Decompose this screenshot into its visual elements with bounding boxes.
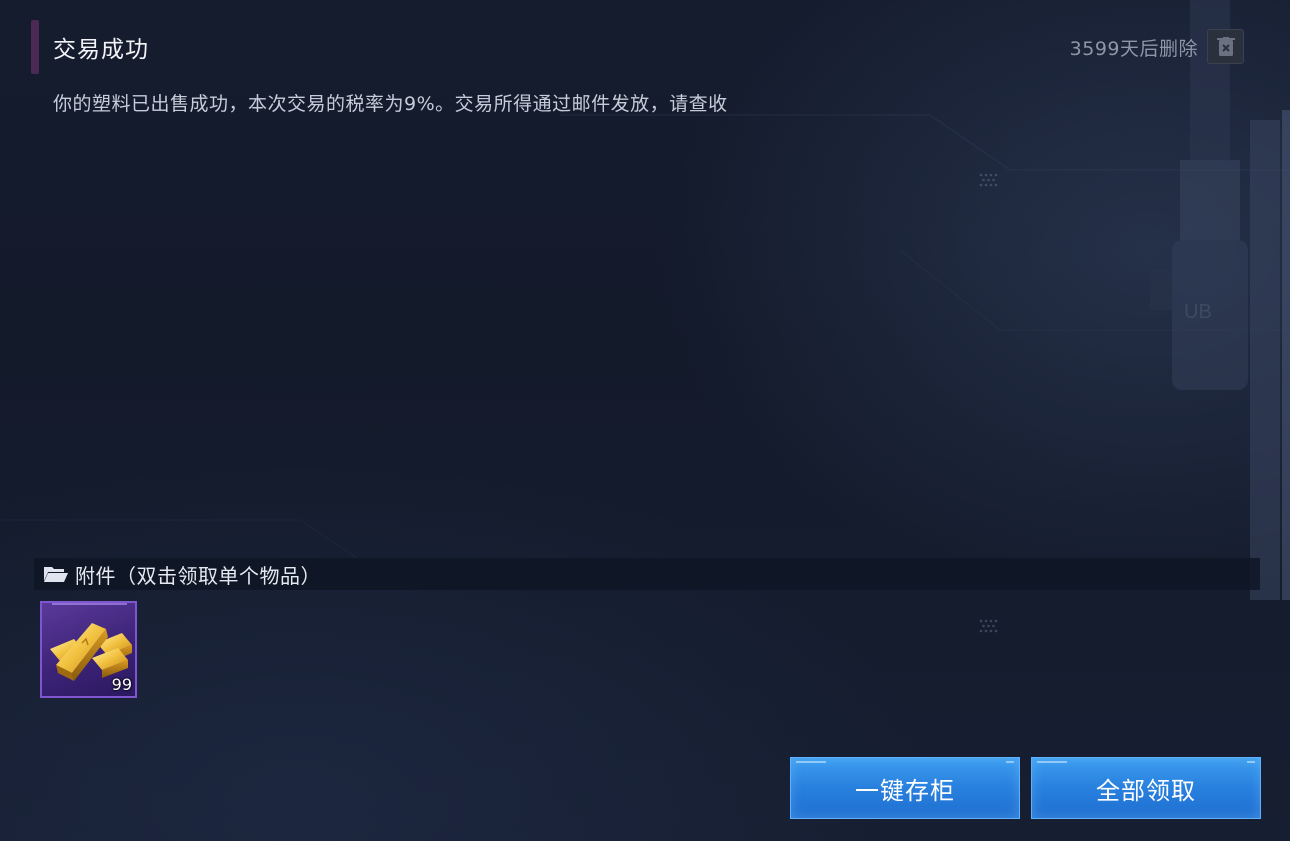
- folder-open-icon: [43, 564, 69, 584]
- attachment-item[interactable]: 99: [40, 601, 137, 698]
- mail-title: 交易成功: [53, 37, 149, 63]
- background-lines: [0, 114, 1290, 561]
- attachments-header: 附件（双击领取单个物品）: [34, 558, 1260, 590]
- claim-all-label: 全部领取: [1096, 776, 1196, 805]
- button-decor: [1006, 761, 1014, 763]
- mail-detail-screen: UB 交易成功 3599天后删除 你的塑料已出售成功，本次交易的税率为9%。交易…: [0, 0, 1290, 841]
- expire-countdown: 3599天后删除: [1069, 38, 1198, 60]
- delete-mail-button[interactable]: [1207, 29, 1244, 64]
- trash-icon: [1216, 36, 1235, 56]
- store-all-button[interactable]: 一键存柜: [790, 757, 1020, 819]
- title-accent-bar: [31, 20, 39, 74]
- decor-dots: [979, 619, 998, 633]
- button-decor: [1037, 761, 1067, 763]
- claim-all-button[interactable]: 全部领取: [1031, 757, 1261, 819]
- attachments-label: 附件（双击领取单个物品）: [75, 563, 321, 588]
- decor-dots: [979, 173, 998, 187]
- store-all-label: 一键存柜: [855, 776, 955, 805]
- background-machine: UB: [1150, 0, 1290, 600]
- item-count: 99: [111, 675, 132, 694]
- button-decor: [1247, 761, 1255, 763]
- button-decor: [796, 761, 826, 763]
- svg-text:UB: UB: [1184, 301, 1212, 323]
- mail-message: 你的塑料已出售成功，本次交易的税率为9%。交易所得通过邮件发放，请查收: [53, 93, 728, 115]
